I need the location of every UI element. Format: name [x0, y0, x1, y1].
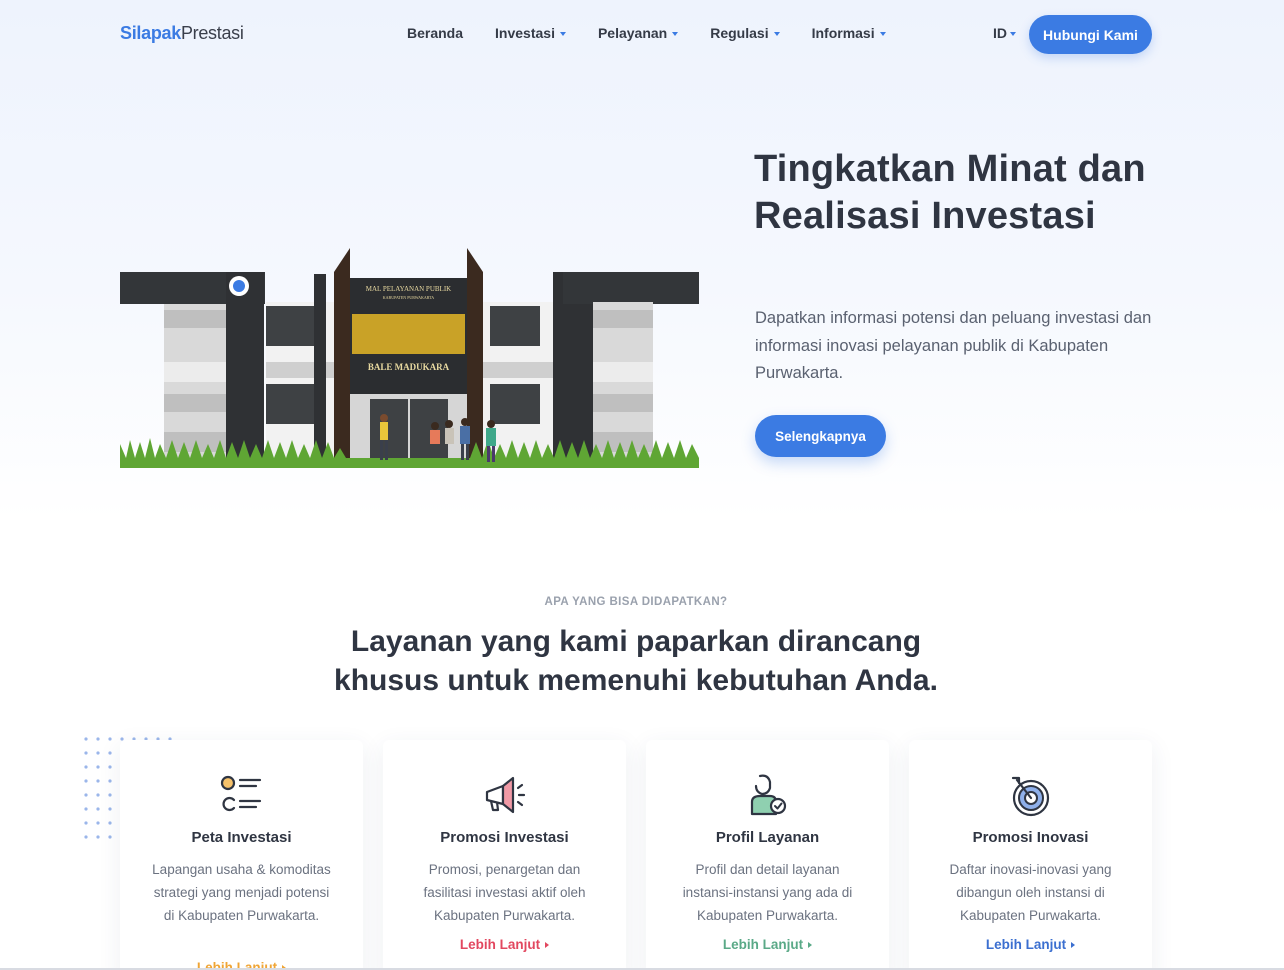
decorative-dot — [108, 751, 112, 755]
decorative-dot — [108, 737, 112, 741]
service-card-promosi-inovasi: Promosi Inovasi Daftar inovasi-inovasi y… — [909, 740, 1152, 970]
decorative-dot — [108, 807, 112, 811]
decorative-dot — [108, 835, 112, 839]
site-logo[interactable]: SilapakPrestasi — [120, 23, 244, 44]
decorative-dot — [84, 821, 88, 825]
nav-item-regulasi[interactable]: Regulasi — [710, 25, 780, 41]
decorative-dot — [84, 765, 88, 769]
decorative-dot — [84, 793, 88, 797]
card-title: Promosi Inovasi — [972, 829, 1089, 846]
hero-building-illustration: MAL PELAYANAN PUBLIK KABUPATEN PURWAKART… — [120, 248, 699, 468]
list-map-icon — [220, 775, 262, 812]
decorative-dot — [84, 737, 88, 741]
decorative-dot — [96, 765, 100, 769]
nav-label: Informasi — [811, 25, 875, 41]
logo-text-primary: Silapak — [120, 23, 181, 43]
nav-item-investasi[interactable]: Investasi — [495, 25, 566, 41]
contact-button[interactable]: Hubungi Kami — [1029, 15, 1152, 54]
user-check-icon — [750, 774, 787, 816]
card-description: Lapangan usaha & komoditas strategi yang… — [152, 862, 331, 923]
card-link-label: Lebih Lanjut — [722, 937, 804, 952]
decorative-dot — [108, 793, 112, 797]
card-link-label: Lebih Lanjut — [459, 937, 541, 952]
decorative-dot — [96, 793, 100, 797]
service-card-profil-layanan: Profil Layanan Profil dan detail layanan… — [646, 740, 889, 970]
decorative-dot — [84, 779, 88, 783]
card-description: Profil dan detail layanan instansi-insta… — [682, 862, 853, 923]
card-description: Daftar inovasi-inovasi yang dibangun ole… — [949, 862, 1112, 923]
decorative-dot — [108, 765, 112, 769]
nav-label: Beranda — [407, 25, 464, 41]
service-card-promosi-investasi: Promosi Investasi Promosi, penargetan da… — [383, 740, 626, 970]
decorative-dot — [108, 779, 112, 783]
card-link[interactable]: Lebih Lanjut — [646, 937, 889, 952]
arrow-right-icon — [1071, 942, 1076, 949]
decorative-dot — [84, 835, 88, 839]
card-description: Promosi, penargetan dan fasilitasi inves… — [423, 862, 586, 923]
decorative-dot — [96, 821, 100, 825]
card-title: Profil Layanan — [715, 829, 820, 846]
nav-item-beranda[interactable]: Beranda — [407, 25, 463, 41]
decorative-dot — [84, 751, 88, 755]
decorative-dot — [96, 835, 100, 839]
building-sign-top: MAL PELAYANAN PUBLIK — [366, 285, 451, 293]
decorative-dot — [108, 821, 112, 825]
section-title-line: khusus untuk memenuhi kebutuhan Anda. — [334, 664, 938, 697]
chevron-down-icon — [1010, 32, 1016, 36]
hero-description: Dapatkan informasi potensi dan peluang i… — [755, 309, 1152, 382]
top-navbar: SilapakPrestasi Beranda Investasi Pelaya… — [0, 0, 1284, 68]
chevron-down-icon — [773, 32, 780, 36]
section-title: Layanan yang kami paparkan dirancang khu… — [0, 622, 1272, 700]
nav-label: Regulasi — [710, 25, 769, 41]
card-title: Peta Investasi — [191, 829, 292, 846]
card-link[interactable]: Lebih Lanjut — [909, 937, 1152, 952]
section-title-line: Layanan yang kami paparkan dirancang — [350, 625, 922, 658]
chevron-down-icon — [672, 32, 679, 36]
nav-label: Investasi — [495, 25, 555, 41]
card-link-label: Lebih Lanjut — [985, 937, 1067, 952]
section-eyebrow: APA YANG BISA DIDAPATKAN? — [544, 596, 728, 608]
card-title: Promosi Investasi — [440, 829, 569, 846]
arrow-right-icon — [545, 942, 550, 949]
language-label: ID — [993, 25, 1007, 41]
learn-more-button[interactable]: Selengkapnya — [755, 415, 886, 457]
nav-item-informasi[interactable]: Informasi — [812, 25, 886, 41]
decorative-dot — [96, 779, 100, 783]
main-menu: Beranda Investasi Pelayanan Regulasi Inf… — [407, 25, 918, 41]
building-sign-sub: KABUPATEN PURWAKARTA — [383, 295, 435, 300]
card-link[interactable]: Lebih Lanjut — [383, 937, 626, 952]
decorative-dot — [84, 807, 88, 811]
language-selector[interactable]: ID — [993, 25, 1016, 41]
service-card-peta-investasi: Peta Investasi Lapangan usaha & komodita… — [120, 740, 363, 970]
building-name: BALE MADUKARA — [368, 362, 450, 372]
logo-text-secondary: Prestasi — [180, 23, 244, 43]
nav-item-pelayanan[interactable]: Pelayanan — [597, 25, 679, 41]
decorative-dot — [96, 751, 100, 755]
hero-title: Tingkatkan Minat dan Realisasi Investasi — [754, 148, 1146, 237]
chevron-down-icon — [559, 32, 566, 36]
decorative-dot — [96, 737, 100, 741]
arrow-right-icon — [808, 942, 813, 949]
chevron-down-icon — [879, 32, 886, 36]
megaphone-icon — [485, 776, 526, 814]
nav-label: Pelayanan — [597, 25, 668, 41]
decorative-dot — [96, 807, 100, 811]
target-icon — [1011, 776, 1050, 817]
